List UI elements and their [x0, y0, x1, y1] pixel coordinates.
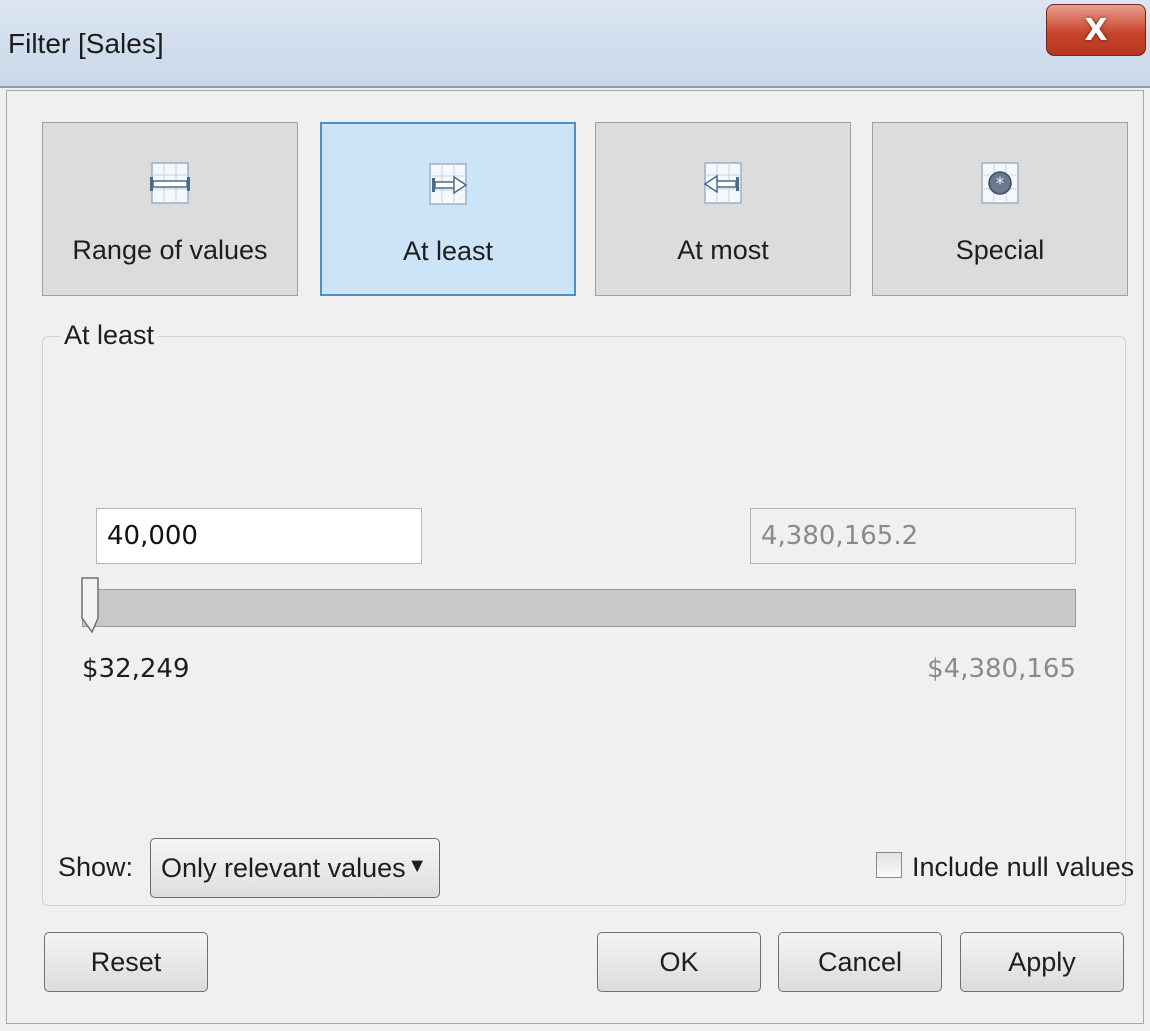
close-icon: X: [1084, 12, 1108, 48]
range-slider-track[interactable]: [82, 589, 1076, 627]
at-most-button[interactable]: At most: [595, 122, 851, 296]
include-null-checkbox[interactable]: [876, 852, 902, 878]
special-button[interactable]: * Special: [872, 122, 1128, 296]
range-of-values-label: Range of values: [72, 235, 268, 265]
special-icon: *: [981, 162, 1019, 204]
close-button[interactable]: X: [1046, 4, 1146, 56]
range-min-label: $32,249: [82, 654, 190, 684]
max-value-input: [750, 508, 1076, 564]
cancel-button[interactable]: Cancel: [778, 932, 942, 992]
at-least-icon: [429, 163, 468, 205]
at-most-icon: [703, 162, 742, 204]
include-null-label: Include null values: [912, 852, 1135, 882]
min-value-input[interactable]: [96, 508, 422, 564]
apply-button[interactable]: Apply: [960, 932, 1124, 992]
title-bar: Filter [Sales] X: [0, 0, 1150, 88]
ok-button[interactable]: OK: [597, 932, 761, 992]
show-values-dropdown[interactable]: Only relevant values ▼: [150, 838, 440, 898]
range-icon: [150, 162, 190, 204]
group-label: At least: [60, 320, 159, 351]
reset-button[interactable]: Reset: [44, 932, 208, 992]
slider-handle[interactable]: [80, 576, 102, 634]
filter-dialog: Filter [Sales] X Range of values At leas…: [0, 0, 1150, 1031]
dropdown-arrow-icon: ▼: [407, 855, 427, 877]
at-most-label: At most: [677, 235, 769, 265]
range-max-label: $4,380,165: [927, 654, 1076, 684]
show-label: Show:: [58, 852, 134, 882]
at-least-button[interactable]: At least: [320, 122, 576, 296]
window-title: Filter [Sales]: [8, 28, 164, 59]
special-label: Special: [955, 235, 1045, 265]
range-of-values-button[interactable]: Range of values: [42, 122, 298, 296]
at-least-label: At least: [402, 236, 494, 266]
show-selected-value: Only relevant values: [161, 853, 406, 883]
svg-text:*: *: [996, 174, 1005, 194]
